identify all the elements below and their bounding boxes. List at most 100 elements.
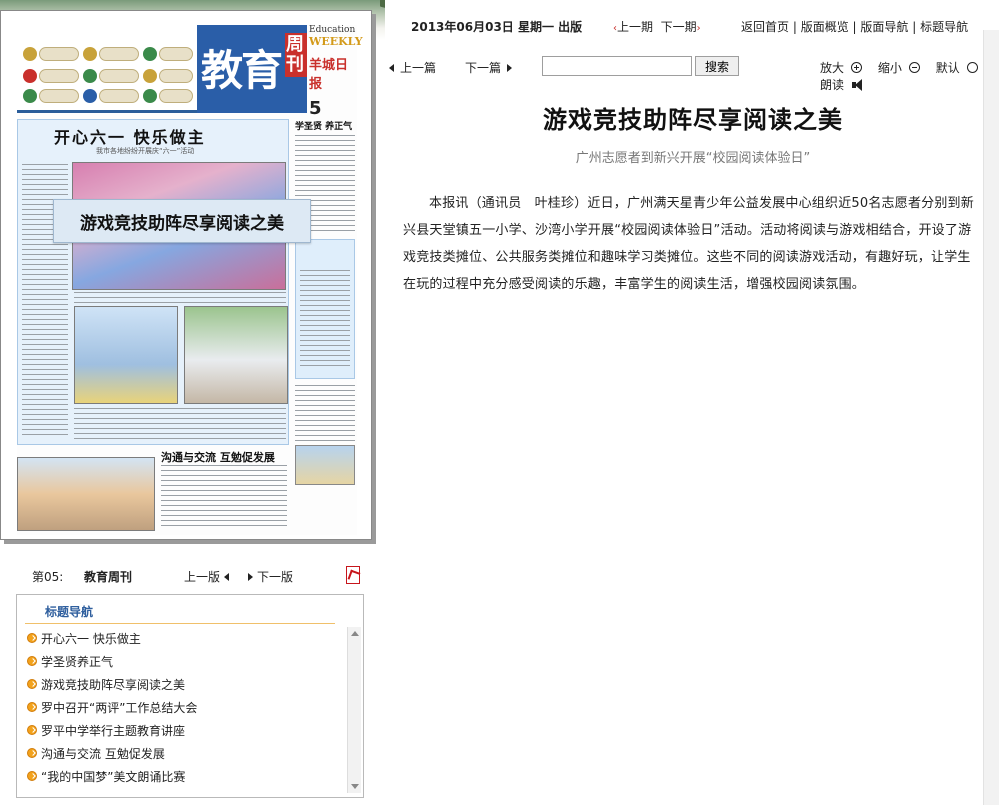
toolbar: 上一篇 下一篇 搜索 放大 缩小 默认 朗读 bbox=[385, 54, 999, 92]
side-headline: 学圣贤 养正气 bbox=[295, 122, 353, 132]
prev-article-link[interactable]: 上一篇 bbox=[389, 59, 436, 76]
toc-heading: 标题导航 bbox=[45, 605, 94, 619]
next-article-label: 下一篇 bbox=[465, 61, 502, 75]
prev-article-label: 上一篇 bbox=[400, 61, 437, 75]
children-photo bbox=[74, 306, 178, 404]
sponsor-logos bbox=[17, 25, 197, 113]
zoom-out-button[interactable]: 缩小 bbox=[878, 61, 926, 75]
paper-title-block: 教育 周刊 Education WEEKLY 羊城日报 5 bbox=[197, 25, 363, 119]
school-logo bbox=[83, 89, 97, 103]
prev-page-label: 上一版 bbox=[184, 570, 221, 584]
zoom-out-icon bbox=[908, 62, 920, 73]
prev-issue-link[interactable]: 上一期 bbox=[617, 20, 653, 34]
hover-title: 游戏竞技助阵尽享阅读之美 bbox=[80, 213, 284, 234]
chevron-left-icon bbox=[389, 64, 394, 72]
chevron-right-icon bbox=[507, 64, 513, 72]
toc-item[interactable]: 游戏竞技助阵尽享阅读之美 bbox=[25, 677, 345, 700]
lead-subtitle: 我市各地纷纷开展庆“六一”活动 bbox=[96, 147, 195, 155]
school-logo bbox=[143, 69, 157, 83]
zoom-in-label: 放大 bbox=[820, 61, 845, 75]
read-aloud-label: 朗读 bbox=[820, 78, 845, 92]
bullet-icon bbox=[27, 771, 37, 781]
school-logo bbox=[39, 69, 79, 83]
school-logo bbox=[83, 47, 97, 61]
chevron-right-icon: › bbox=[696, 23, 701, 34]
link-home[interactable]: 返回首页 bbox=[741, 20, 789, 34]
title-background: 教育 周刊 bbox=[197, 25, 307, 113]
toc-item-label: 开心六一 快乐做主 bbox=[41, 632, 141, 646]
article: 游戏竞技助阵尽享阅读之美 广州志愿者到新兴开展“校园阅读体验日” 本报讯（通讯员… bbox=[403, 100, 983, 298]
bullet-icon bbox=[27, 725, 37, 735]
school-logo bbox=[39, 89, 79, 103]
toc-item[interactable]: 罗中召开“两评”工作总结大会 bbox=[25, 700, 345, 723]
title-navigation: 标题导航 开心六一 快乐做主 学圣贤养正气 游戏竞技助阵尽享阅读之美 罗中召开“… bbox=[16, 594, 364, 798]
zoom-in-button[interactable]: 放大 bbox=[820, 61, 868, 75]
toc-item-label: 罗平中学举行主题教育讲座 bbox=[41, 724, 186, 738]
text-column bbox=[295, 385, 355, 445]
next-issue-link[interactable]: 下一期 bbox=[661, 20, 697, 34]
issue-navigation: ‹上一期 下一期› bbox=[613, 18, 701, 35]
lead-story[interactable]: 开心六一 快乐做主 我市各地纷纷开展庆“六一”活动 bbox=[17, 119, 289, 445]
bottom-story[interactable]: 沟通与交流 互勉促发展 bbox=[17, 445, 289, 531]
toc-item[interactable]: 沟通与交流 互勉促发展 bbox=[25, 746, 345, 769]
school-logo bbox=[99, 47, 139, 61]
bottom-title: 沟通与交流 互勉促发展 bbox=[161, 451, 275, 464]
text-column bbox=[300, 270, 350, 370]
scroll-up-icon[interactable] bbox=[351, 631, 359, 636]
next-page-link[interactable]: 下一版 bbox=[248, 568, 293, 585]
next-article-link[interactable]: 下一篇 bbox=[465, 59, 513, 76]
scroll-down-icon[interactable] bbox=[351, 784, 359, 789]
photo-caption bbox=[74, 292, 286, 304]
next-page-label: 下一版 bbox=[257, 570, 294, 584]
link-title-nav[interactable]: 标题导航 bbox=[920, 20, 968, 34]
masthead-meta: Education WEEKLY 羊城日报 5 bbox=[309, 25, 363, 119]
bullet-icon bbox=[27, 633, 37, 643]
page-label: 第05: bbox=[32, 570, 64, 584]
side-story-box[interactable] bbox=[295, 239, 355, 379]
link-overview[interactable]: 版面概览 bbox=[801, 20, 849, 34]
view-tools: 放大 缩小 默认 朗读 bbox=[820, 59, 999, 93]
article-hover-label[interactable]: 游戏竞技助阵尽享阅读之美 bbox=[53, 199, 311, 243]
reading-photo bbox=[184, 306, 288, 404]
publish-date: 2013年06月03日 星期一 出版 bbox=[411, 20, 583, 34]
article-body: 本报讯（通讯员 叶桂珍）近日，广州满天星青少年公益发展中心组织近50名志愿者分别… bbox=[403, 196, 974, 292]
read-aloud-button[interactable]: 朗读 bbox=[820, 78, 868, 92]
school-logo bbox=[159, 89, 193, 103]
school-logo bbox=[83, 69, 97, 83]
newspaper-content: 教育 周刊 Education WEEKLY 羊城日报 5 开心六一 快乐做主 … bbox=[17, 25, 363, 535]
toc-list: 开心六一 快乐做主 学圣贤养正气 游戏竞技助阵尽享阅读之美 罗中召开“两评”工作… bbox=[25, 631, 345, 792]
main-content: 2013年06月03日 星期一 出版 ‹上一期 下一期› 返回首页 | 版面概览… bbox=[385, 0, 999, 805]
toc-item-label: 罗中召开“两评”工作总结大会 bbox=[41, 701, 198, 715]
default-zoom-label: 默认 bbox=[935, 61, 960, 75]
meeting-photo bbox=[17, 457, 155, 531]
speaker-icon bbox=[852, 79, 863, 91]
school-logo bbox=[159, 47, 193, 61]
toc-item-label: 学圣贤养正气 bbox=[41, 655, 114, 669]
edu-label: Education bbox=[309, 25, 356, 35]
toc-scrollbar[interactable] bbox=[347, 627, 361, 793]
toc-item[interactable]: “我的中国梦”美文朗诵比赛 bbox=[25, 769, 345, 792]
search-input[interactable] bbox=[542, 56, 692, 76]
page-name: 教育周刊 bbox=[84, 570, 133, 584]
page-navigation: 第05: 教育周刊 上一版 下一版 bbox=[16, 566, 364, 586]
toc-item[interactable]: 学圣贤养正气 bbox=[25, 654, 345, 677]
toc-item[interactable]: 开心六一 快乐做主 bbox=[25, 631, 345, 654]
school-logo bbox=[143, 89, 157, 103]
pdf-icon[interactable] bbox=[346, 566, 360, 584]
zoom-in-icon bbox=[851, 62, 863, 73]
school-logo bbox=[23, 69, 37, 83]
toc-item[interactable]: 罗平中学举行主题教育讲座 bbox=[25, 723, 345, 746]
prev-page-link[interactable]: 上一版 bbox=[184, 568, 230, 585]
recital-photo bbox=[295, 445, 355, 485]
default-zoom-button[interactable]: 默认 bbox=[936, 61, 984, 75]
toc-item-label: 游戏竞技助阵尽享阅读之美 bbox=[41, 678, 186, 692]
paper-name: 羊城日报 bbox=[309, 58, 349, 92]
toc-item-label: “我的中国梦”美文朗诵比赛 bbox=[41, 770, 186, 784]
link-page-nav[interactable]: 版面导航 bbox=[860, 20, 908, 34]
text-column bbox=[74, 408, 286, 440]
page-scrollbar[interactable] bbox=[983, 30, 999, 805]
newspaper-page[interactable]: 教育 周刊 Education WEEKLY 羊城日报 5 开心六一 快乐做主 … bbox=[0, 10, 372, 540]
search-button[interactable]: 搜索 bbox=[695, 56, 739, 76]
top-links: 返回首页 | 版面概览 | 版面导航 | 标题导航 bbox=[741, 20, 969, 34]
bullet-icon bbox=[27, 702, 37, 712]
